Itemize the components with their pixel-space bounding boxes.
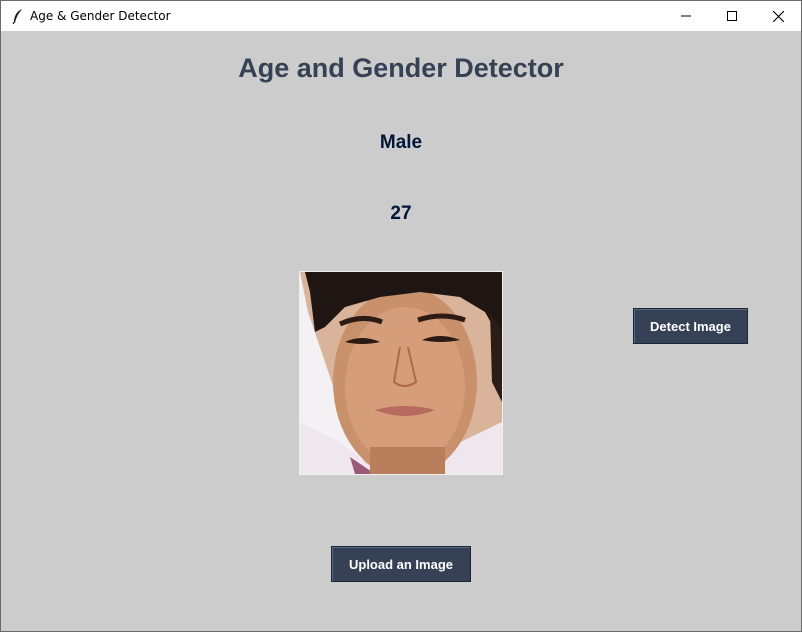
window-title: Age & Gender Detector — [30, 9, 171, 23]
gender-result: Male — [379, 132, 423, 153]
app-window: Age & Gender Detector Age and Gender Det… — [0, 0, 802, 632]
maximize-button[interactable] — [709, 1, 755, 31]
page-title: Age and Gender Detector — [238, 53, 564, 83]
minimize-icon — [681, 15, 691, 17]
uploaded-face-image — [299, 271, 503, 475]
title-bar[interactable]: Age & Gender Detector — [1, 1, 801, 31]
close-icon — [772, 10, 784, 22]
detect-image-button[interactable]: Detect Image — [633, 308, 748, 344]
maximize-icon — [727, 11, 737, 21]
close-button[interactable] — [755, 1, 801, 31]
feather-icon — [11, 8, 25, 25]
age-result: 27 — [390, 203, 412, 224]
upload-image-button[interactable]: Upload an Image — [331, 546, 471, 582]
minimize-button[interactable] — [663, 1, 709, 31]
